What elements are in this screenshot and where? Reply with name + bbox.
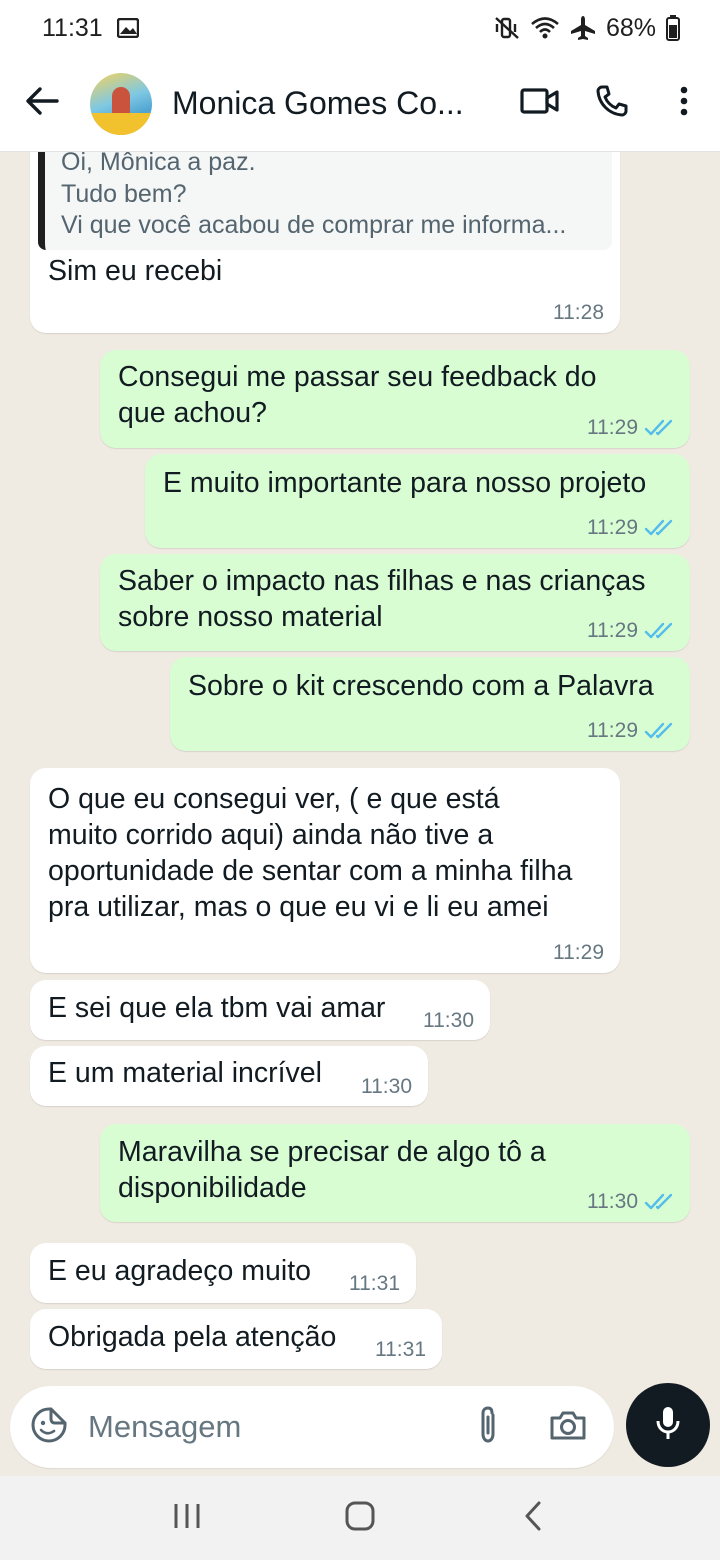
contact-name[interactable]: Monica Gomes Co... [172, 85, 468, 122]
outgoing-message[interactable]: Maravilha se precisar de algo tô a dispo… [100, 1124, 690, 1222]
message-text: E sei que ela tbm vai amar [48, 992, 386, 1024]
message-composer [10, 1386, 614, 1468]
video-call-icon [520, 87, 560, 120]
message-time: 11:30 [423, 1009, 474, 1032]
battery-icon [666, 15, 680, 41]
outgoing-message[interactable]: Saber o impacto nas filhas e nas criança… [100, 554, 690, 651]
airplane-icon [570, 15, 596, 41]
incoming-message[interactable]: E eu agradeço muito 11:31 [30, 1243, 416, 1303]
voice-call-button[interactable] [576, 68, 648, 140]
message-text: Saber o impacto nas filhas e nas criança… [118, 565, 646, 597]
attach-button[interactable] [448, 1405, 528, 1450]
message-text: E muito importante para nosso projeto [163, 467, 647, 499]
message-time: 11:29 [587, 719, 638, 742]
outgoing-message[interactable]: E muito importante para nosso projeto 11… [145, 454, 690, 548]
chat-header: Monica Gomes Co... [0, 56, 720, 152]
message-text: O que eu consegui ver, ( e que está [48, 783, 500, 815]
mic-icon [655, 1405, 681, 1446]
message-text: muito corrido aqui) ainda não tive a [48, 819, 494, 851]
incoming-message[interactable]: Obrigada pela atenção 11:31 [30, 1309, 442, 1369]
quoted-message[interactable]: Oi, Mônica a paz. Tudo bem? Vi que você … [38, 152, 612, 250]
incoming-message[interactable]: Oi, Mônica a paz. Tudo bem? Vi que você … [30, 152, 620, 333]
camera-button[interactable] [528, 1409, 608, 1446]
message-time: 11:31 [349, 1272, 400, 1295]
message-time: 11:29 [587, 619, 638, 642]
message-text: E um material incrível [48, 1057, 322, 1089]
quoted-line: Vi que você acabou de comprar me informa… [61, 211, 567, 239]
quoted-line: Tudo bem? [61, 179, 187, 208]
outgoing-message[interactable]: Sobre o kit crescendo com a Palavra 11:2… [170, 657, 690, 751]
message-text: Sim eu recebi [48, 255, 223, 287]
incoming-message[interactable]: E um material incrível 11:30 [30, 1046, 428, 1106]
mute-vibrate-icon [494, 16, 520, 40]
message-text: Obrigada pela atenção [48, 1321, 337, 1353]
gallery-icon [116, 18, 139, 38]
message-input[interactable] [88, 1397, 448, 1457]
system-back-button[interactable] [493, 1488, 573, 1548]
wifi-icon [530, 16, 560, 40]
back-button[interactable] [14, 76, 70, 132]
voice-message-button[interactable] [626, 1383, 710, 1467]
message-text: oportunidade de sentar com a minha filha [48, 855, 573, 887]
more-vert-icon [680, 86, 688, 121]
status-time: 11:31 [42, 13, 103, 42]
message-time: 11:28 [553, 301, 604, 324]
back-arrow-icon [25, 86, 59, 121]
attach-icon [477, 1405, 499, 1450]
read-receipt-icon [644, 519, 674, 537]
message-time: 11:29 [587, 416, 638, 439]
message-text: Maravilha se precisar de algo tô a [118, 1136, 546, 1168]
sticker-button[interactable] [10, 1406, 88, 1449]
read-receipt-icon [644, 622, 674, 640]
message-text: pra utilizar, mas o que eu vi e li eu am… [48, 891, 549, 923]
recent-apps-icon [173, 1503, 201, 1534]
read-receipt-icon [644, 419, 674, 437]
message-time: 11:31 [375, 1338, 426, 1361]
read-receipt-icon [644, 1193, 674, 1211]
recent-apps-button[interactable] [147, 1488, 227, 1548]
video-call-button[interactable] [504, 68, 576, 140]
chat-messages[interactable]: Oi, Mônica a paz. Tudo bem? Vi que você … [0, 152, 720, 1382]
more-options-button[interactable] [648, 68, 720, 140]
voice-call-icon [595, 84, 629, 123]
read-receipt-icon [644, 722, 674, 740]
status-bar: 11:31 68% [0, 0, 720, 56]
battery-percentage: 68% [605, 13, 656, 42]
message-time: 11:29 [553, 941, 604, 964]
message-text: Sobre o kit crescendo com a Palavra [188, 670, 654, 702]
message-time: 11:30 [587, 1190, 638, 1213]
home-button[interactable] [320, 1488, 400, 1548]
message-time: 11:30 [361, 1075, 412, 1098]
message-text: E eu agradeço muito [48, 1255, 311, 1287]
message-time: 11:29 [587, 516, 638, 539]
chevron-left-icon [524, 1501, 542, 1536]
camera-icon [549, 1409, 587, 1446]
sticker-emoji-icon [30, 1406, 68, 1449]
outgoing-message[interactable]: Consegui me passar seu feedback do que a… [100, 350, 690, 448]
incoming-message[interactable]: E sei que ela tbm vai amar 11:30 [30, 980, 490, 1040]
home-icon [345, 1501, 375, 1536]
system-navigation-bar [0, 1476, 720, 1560]
message-text: Consegui me passar seu feedback do [118, 361, 597, 393]
contact-avatar[interactable] [90, 72, 152, 135]
incoming-message[interactable]: O que eu consegui ver, ( e que está muit… [30, 768, 620, 973]
quoted-line: Oi, Mônica a paz. [61, 152, 256, 176]
